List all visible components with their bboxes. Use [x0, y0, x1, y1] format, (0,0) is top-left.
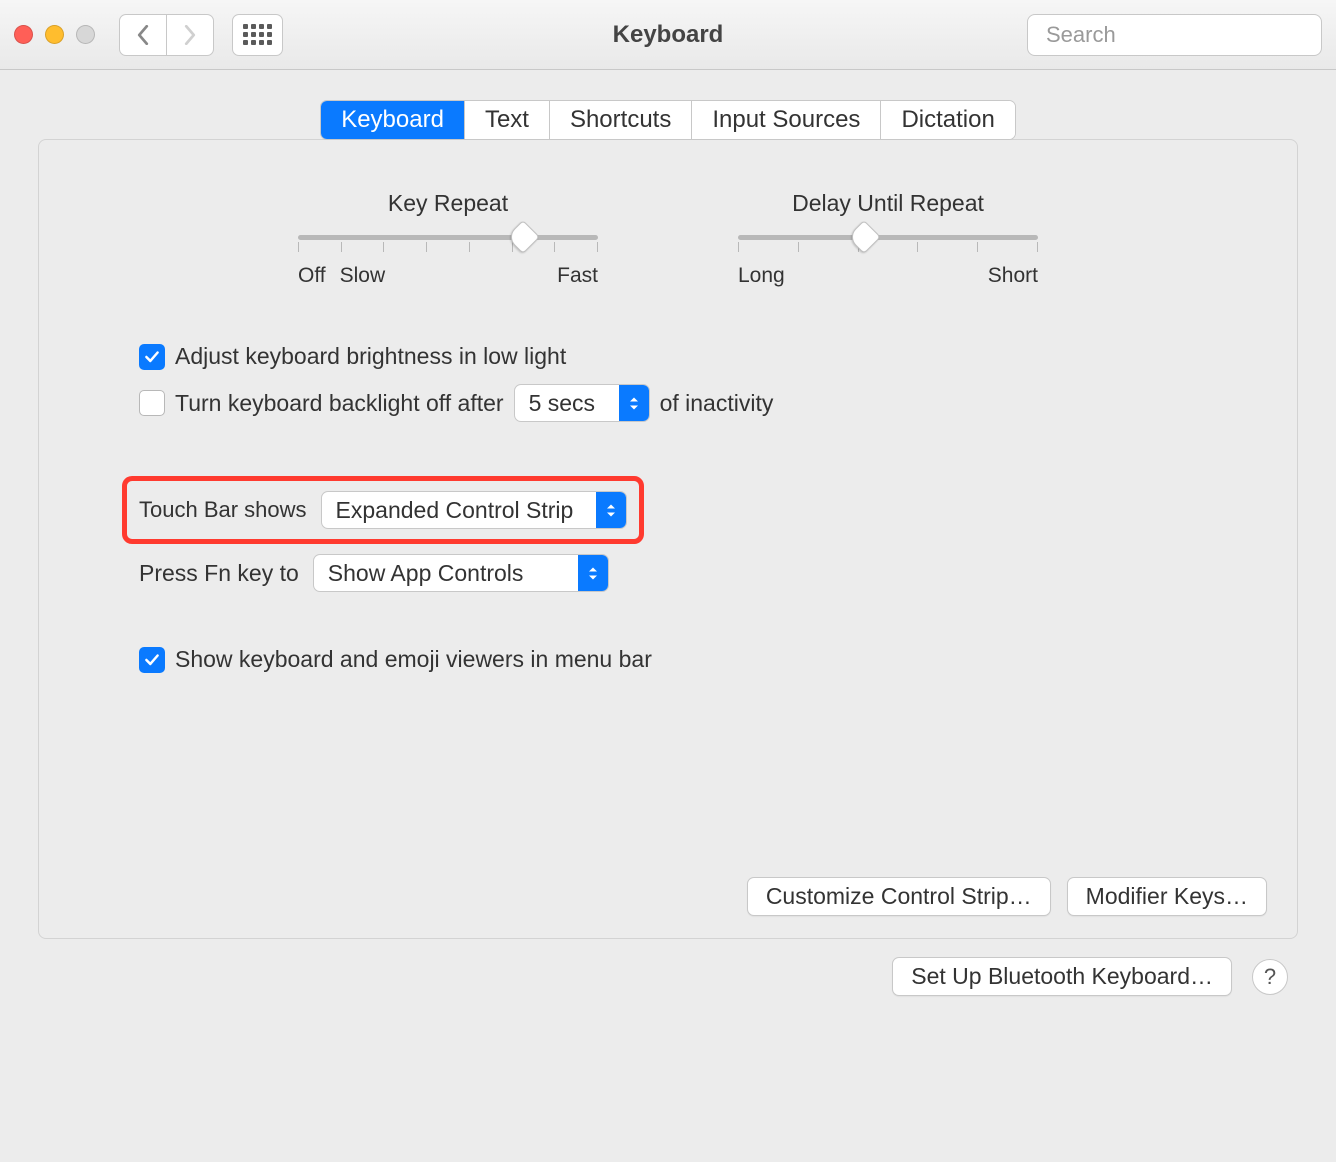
fn-key-row: Press Fn key to Show App Controls	[139, 554, 1197, 592]
footer-row: Set Up Bluetooth Keyboard… ?	[8, 939, 1328, 996]
touch-bar-value: Expanded Control Strip	[336, 497, 586, 524]
zoom-window-button	[76, 25, 95, 44]
tabs: Keyboard Text Shortcuts Input Sources Di…	[320, 100, 1016, 140]
fn-key-value: Show App Controls	[328, 560, 568, 587]
stepper-icon	[578, 555, 608, 591]
chevron-down-icon	[606, 511, 616, 518]
tab-input-sources[interactable]: Input Sources	[692, 101, 881, 139]
backlight-off-label-2: of inactivity	[660, 390, 774, 417]
window-controls	[14, 25, 95, 44]
chevron-up-icon	[606, 503, 616, 510]
check-icon	[143, 348, 161, 366]
delay-long-label: Long	[738, 264, 785, 288]
tab-keyboard[interactable]: Keyboard	[321, 101, 465, 139]
delay-repeat-slider[interactable]	[738, 235, 1038, 252]
fn-key-popup[interactable]: Show App Controls	[313, 554, 609, 592]
nav-group	[119, 14, 214, 56]
grid-icon	[243, 24, 272, 45]
key-repeat-block: Key Repeat Off Slow Fast	[298, 190, 598, 288]
search-field[interactable]	[1027, 14, 1322, 56]
touch-bar-highlighted-row: Touch Bar shows Expanded Control Strip	[122, 476, 644, 544]
settings-panel: Key Repeat Off Slow Fast Delay Until Rep…	[38, 139, 1298, 939]
chevron-down-icon	[588, 574, 598, 581]
adjust-brightness-label: Adjust keyboard brightness in low light	[175, 343, 566, 370]
close-window-button[interactable]	[14, 25, 33, 44]
adjust-brightness-checkbox[interactable]	[139, 344, 165, 370]
tab-row: Keyboard Text Shortcuts Input Sources Di…	[8, 100, 1328, 140]
key-repeat-slider[interactable]	[298, 235, 598, 252]
tab-text[interactable]: Text	[465, 101, 550, 139]
key-repeat-slow-label: Slow	[340, 264, 386, 288]
stepper-icon	[596, 492, 626, 528]
minimize-window-button[interactable]	[45, 25, 64, 44]
show-viewers-row: Show keyboard and emoji viewers in menu …	[139, 646, 1197, 673]
content-area: Keyboard Text Shortcuts Input Sources Di…	[0, 70, 1336, 996]
forward-button[interactable]	[166, 14, 214, 56]
show-viewers-checkbox[interactable]	[139, 647, 165, 673]
modifier-keys-button[interactable]: Modifier Keys…	[1067, 877, 1267, 916]
touch-bar-popup[interactable]: Expanded Control Strip	[321, 491, 627, 529]
panel-buttons: Customize Control Strip… Modifier Keys…	[747, 877, 1267, 916]
delay-repeat-block: Delay Until Repeat Long Short	[738, 190, 1038, 288]
titlebar: Keyboard	[0, 0, 1336, 70]
help-button[interactable]: ?	[1252, 959, 1288, 995]
adjust-brightness-row: Adjust keyboard brightness in low light	[139, 343, 1197, 370]
key-repeat-title: Key Repeat	[298, 190, 598, 217]
key-repeat-fast-label: Fast	[557, 264, 598, 288]
tab-shortcuts[interactable]: Shortcuts	[550, 101, 692, 139]
tab-dictation[interactable]: Dictation	[881, 101, 1014, 139]
window-title: Keyboard	[613, 21, 724, 49]
delay-repeat-title: Delay Until Repeat	[738, 190, 1038, 217]
chevron-left-icon	[136, 25, 150, 45]
chevron-right-icon	[183, 25, 197, 45]
backlight-timeout-popup[interactable]: 5 secs	[514, 384, 650, 422]
back-button[interactable]	[119, 14, 167, 56]
chevron-up-icon	[588, 566, 598, 573]
backlight-off-label-1: Turn keyboard backlight off after	[175, 390, 504, 417]
customize-control-strip-button[interactable]: Customize Control Strip…	[747, 877, 1051, 916]
key-repeat-off-label: Off	[298, 264, 326, 288]
show-viewers-label: Show keyboard and emoji viewers in menu …	[175, 646, 652, 673]
fn-key-label: Press Fn key to	[139, 560, 299, 587]
stepper-icon	[619, 385, 649, 421]
sliders-row: Key Repeat Off Slow Fast Delay Until Rep…	[139, 190, 1197, 288]
backlight-timeout-value: 5 secs	[529, 390, 609, 417]
bluetooth-keyboard-button[interactable]: Set Up Bluetooth Keyboard…	[892, 957, 1232, 996]
search-input[interactable]	[1046, 22, 1334, 48]
delay-short-label: Short	[988, 264, 1038, 288]
chevron-up-icon	[629, 396, 639, 403]
chevron-down-icon	[629, 404, 639, 411]
touch-bar-label: Touch Bar shows	[139, 497, 307, 523]
show-all-button[interactable]	[232, 14, 283, 56]
check-icon	[143, 651, 161, 669]
backlight-off-row: Turn keyboard backlight off after 5 secs…	[139, 384, 1197, 422]
backlight-off-checkbox[interactable]	[139, 390, 165, 416]
